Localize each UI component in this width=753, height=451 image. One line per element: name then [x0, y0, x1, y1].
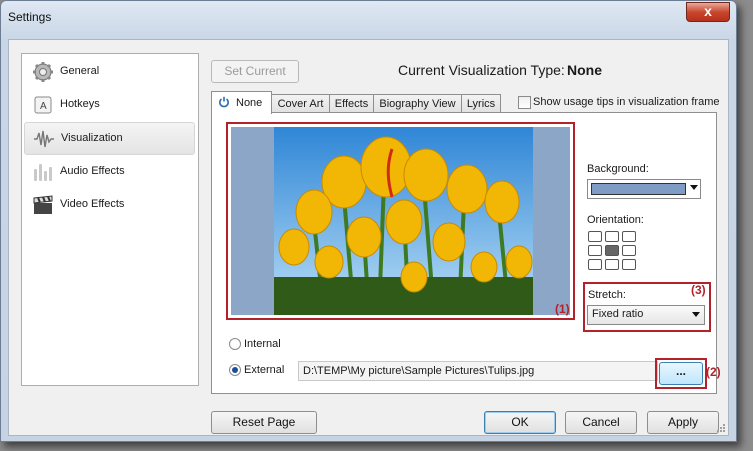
tulips-photo	[274, 127, 533, 315]
preview-annotation: (1)	[555, 302, 570, 316]
sidebar-item-general[interactable]: General	[24, 56, 195, 86]
sidebar-item-label: Audio Effects	[60, 165, 125, 177]
orientation-top-center[interactable]	[605, 231, 619, 242]
background-color-picker[interactable]	[587, 179, 701, 199]
reset-page-button[interactable]: Reset Page	[211, 411, 317, 434]
settings-window: Settings x General A Hotkeys Visualizati…	[0, 0, 737, 442]
tab-lyrics[interactable]: Lyrics	[461, 94, 501, 113]
browse-button[interactable]: ...	[659, 362, 703, 385]
equalizer-icon	[34, 164, 52, 181]
set-current-button[interactable]: Set Current	[211, 60, 299, 83]
stretch-select[interactable]: Fixed ratio	[587, 305, 705, 325]
gear-icon	[33, 62, 53, 82]
external-label: External	[244, 364, 285, 376]
background-label: Background:	[587, 163, 649, 175]
sidebar-item-label: Hotkeys	[60, 98, 100, 110]
title-bar[interactable]: Settings x	[1, 1, 736, 29]
external-radio[interactable]	[229, 364, 241, 376]
orientation-top-right[interactable]	[622, 231, 636, 242]
clapperboard-icon	[33, 195, 53, 214]
visualization-type-value: None	[567, 62, 602, 78]
sidebar-item-video-effects[interactable]: Video Effects	[24, 189, 195, 219]
tab-biography-view[interactable]: Biography View	[373, 94, 462, 113]
dialog-client: General A Hotkeys Visualization Audio Ef…	[8, 39, 729, 436]
show-tips-checkbox[interactable]	[518, 96, 531, 109]
sidebar-item-hotkeys[interactable]: A Hotkeys	[24, 89, 195, 119]
browse-annotation: (2)	[706, 365, 721, 379]
external-path-field[interactable]: D:\TEMP\My picture\Sample Pictures\Tulip…	[298, 361, 658, 381]
orientation-label: Orientation:	[587, 214, 644, 226]
window-title: Settings	[8, 10, 52, 24]
chevron-down-icon	[692, 312, 700, 317]
orientation-bottom-center[interactable]	[605, 259, 619, 270]
internal-radio[interactable]	[229, 338, 241, 350]
key-icon: A	[34, 96, 52, 114]
orientation-middle-left[interactable]	[588, 245, 602, 256]
tab-effects[interactable]: Effects	[329, 94, 374, 113]
sidebar-item-audio-effects[interactable]: Audio Effects	[24, 156, 195, 186]
cancel-button[interactable]: Cancel	[565, 411, 637, 434]
tab-label: None	[236, 97, 263, 109]
preview-highlight: (1)	[226, 122, 575, 320]
sidebar-item-label: General	[60, 65, 100, 77]
show-tips-label: Show usage tips in visualization frame	[533, 96, 720, 108]
stretch-annotation: (3)	[691, 283, 706, 297]
orientation-middle-right[interactable]	[622, 245, 636, 256]
visualization-type-label: Current Visualization Type:	[398, 62, 565, 78]
orientation-top-left[interactable]	[588, 231, 602, 242]
sidebar-item-visualization[interactable]: Visualization	[24, 122, 195, 155]
orientation-bottom-right[interactable]	[622, 259, 636, 270]
visualization-preview	[231, 127, 570, 315]
tab-none[interactable]: None	[211, 91, 272, 114]
internal-label: Internal	[244, 338, 281, 350]
ok-button[interactable]: OK	[484, 411, 556, 434]
sidebar-item-label: Visualization	[61, 132, 123, 144]
browse-highlight: ... (2)	[655, 358, 721, 389]
chevron-down-icon	[690, 185, 698, 190]
resize-grip-icon[interactable]	[716, 423, 726, 433]
stretch-select-value: Fixed ratio	[592, 308, 644, 320]
tab-panel-none: (1) Background: Orientation: (3) Stretch…	[211, 112, 717, 394]
waveform-icon	[34, 130, 54, 148]
settings-category-list: General A Hotkeys Visualization Audio Ef…	[21, 53, 199, 386]
power-icon	[219, 96, 229, 108]
orientation-bottom-left[interactable]	[588, 259, 602, 270]
close-button[interactable]: x	[686, 2, 730, 22]
stretch-label: Stretch:	[588, 289, 626, 301]
sidebar-item-label: Video Effects	[60, 198, 125, 210]
background-color-swatch	[591, 183, 686, 195]
stretch-highlight: (3) Stretch: Fixed ratio	[583, 282, 711, 332]
apply-button[interactable]: Apply	[647, 411, 719, 434]
tab-cover-art[interactable]: Cover Art	[271, 94, 330, 113]
orientation-center[interactable]	[605, 245, 619, 256]
svg-text:A: A	[40, 101, 47, 112]
